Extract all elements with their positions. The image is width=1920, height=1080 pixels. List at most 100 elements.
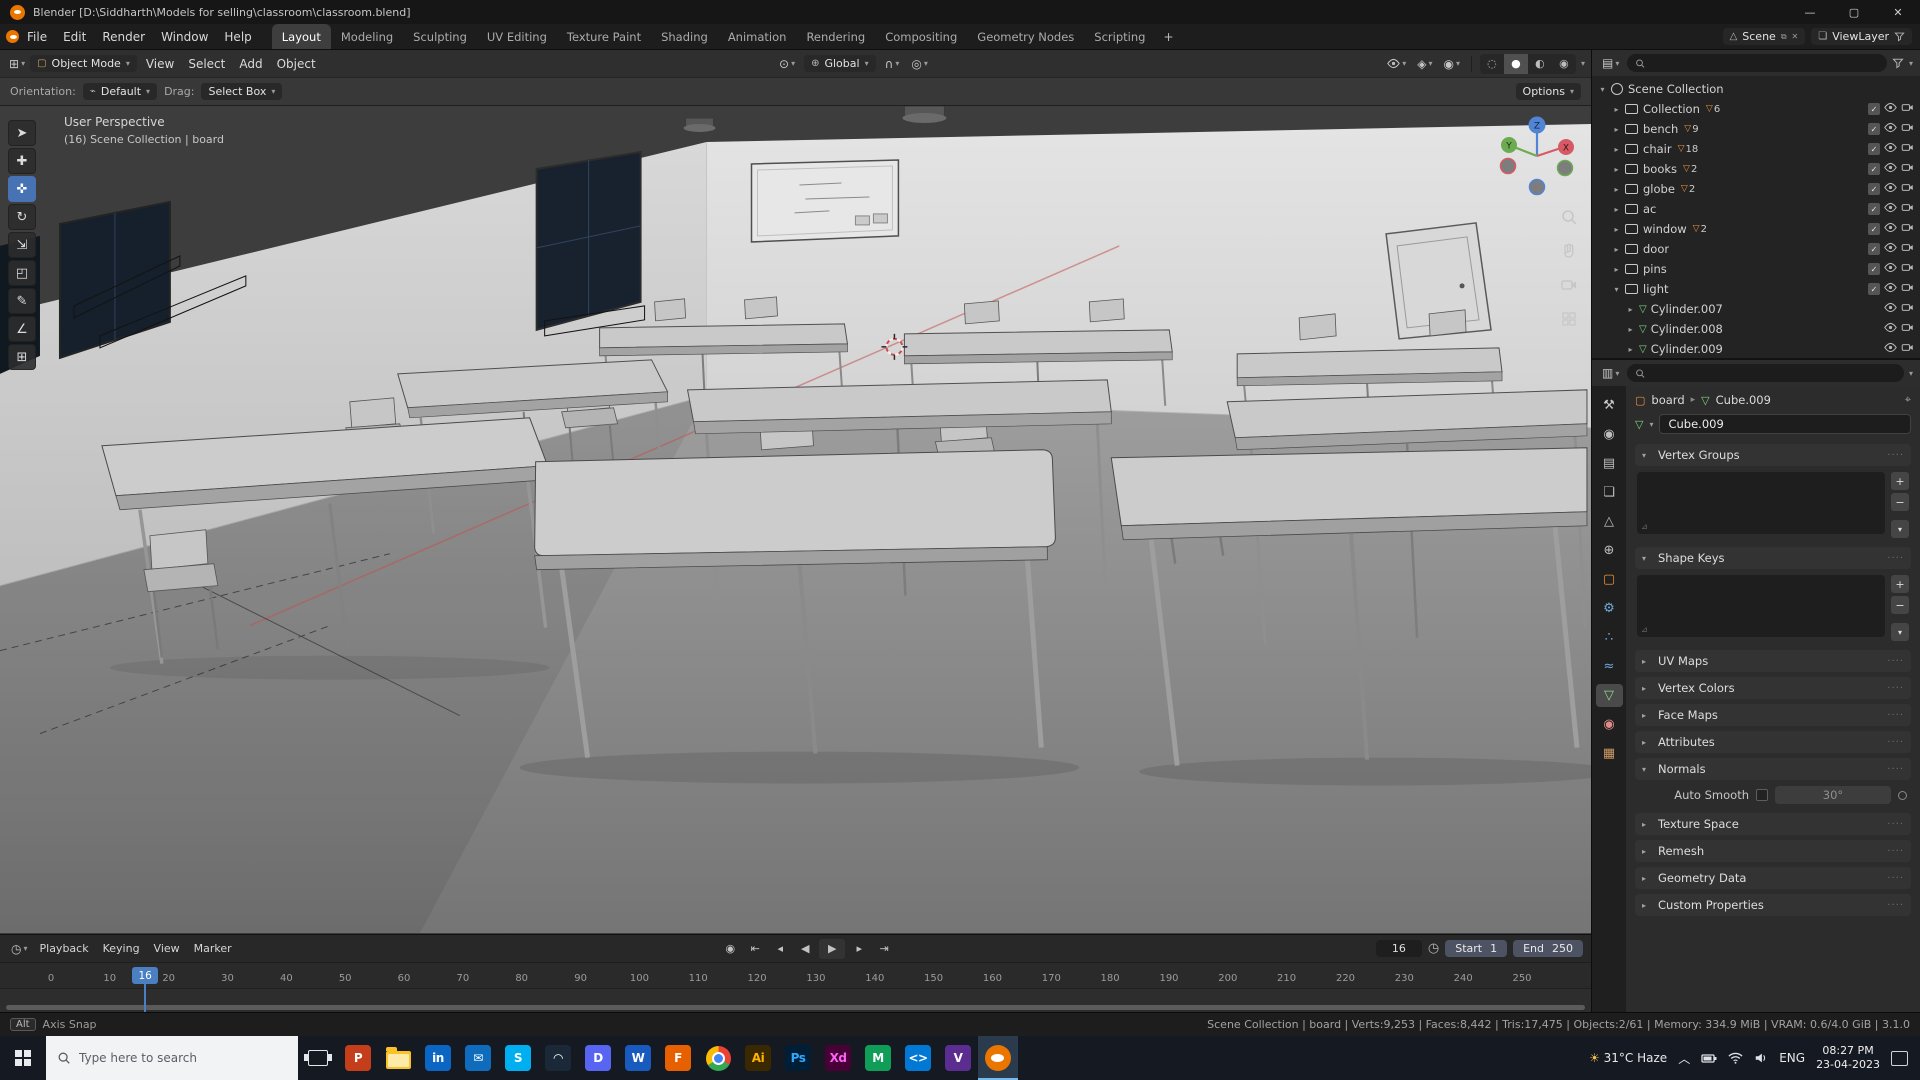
properties-tab-view-layer[interactable]: ❏ — [1596, 481, 1623, 504]
taskbar-app-task-view[interactable] — [298, 1036, 338, 1080]
snap-magnet-icon[interactable]: ∩ ▾ — [882, 56, 903, 72]
outliner-row-cylinder-007[interactable]: ▸ ▽ Cylinder.007 — [1592, 299, 1920, 319]
section-header-shape-keys[interactable]: ▾ Shape Keys ···· — [1635, 547, 1911, 569]
section-header-geometry-data[interactable]: ▸ Geometry Data ···· — [1635, 867, 1911, 889]
section-header-vertex-colors[interactable]: ▸ Vertex Colors ···· — [1635, 677, 1911, 699]
minimize-button[interactable]: — — [1788, 0, 1832, 24]
taskbar-app-powerpoint[interactable]: P — [338, 1036, 378, 1080]
disclosure-arrow[interactable]: ▸ — [1610, 145, 1623, 154]
tool-scale[interactable]: ⇲ — [8, 232, 36, 258]
playhead[interactable]: 16 — [132, 967, 159, 984]
tool-rotate[interactable]: ↻ — [8, 204, 36, 230]
disclosure-arrow[interactable]: ▸ — [1610, 165, 1623, 174]
hide-eye-icon[interactable] — [1884, 201, 1897, 217]
exclude-checkbox[interactable]: ✓ — [1868, 263, 1880, 275]
disclosure-arrow[interactable]: ▸ — [1610, 205, 1623, 214]
disable-render-camera-icon[interactable] — [1901, 101, 1914, 117]
use-preview-range-icon[interactable]: ◷ — [1428, 941, 1439, 956]
hide-eye-icon[interactable] — [1884, 221, 1897, 237]
disclosure-arrow[interactable]: ▸ — [1610, 225, 1623, 234]
disable-render-camera-icon[interactable] — [1901, 261, 1914, 277]
workspace-tab-modeling[interactable]: Modeling — [331, 24, 403, 49]
action-center-icon[interactable] — [1891, 1050, 1908, 1066]
disclosure-arrow[interactable]: ▸ — [1610, 245, 1623, 254]
frame-start-field[interactable]: Start 1 — [1445, 940, 1508, 957]
disclosure-arrow[interactable]: ▸ — [1610, 185, 1623, 194]
disclosure-arrow[interactable]: ▾ — [1610, 285, 1623, 294]
outliner-row-chair[interactable]: ▸ chair ▽ 18 ✓ — [1592, 139, 1920, 159]
tool-measure[interactable]: ∠ — [8, 316, 36, 342]
record-button[interactable]: ◉ — [719, 939, 741, 959]
zoom-icon[interactable] — [1560, 208, 1578, 229]
taskbar-app-chrome[interactable] — [698, 1036, 738, 1080]
remove-item-button[interactable]: − — [1891, 596, 1909, 614]
disable-render-camera-icon[interactable] — [1901, 321, 1914, 337]
proportional-editing-icon[interactable]: ◎ ▾ — [908, 56, 931, 72]
orientation-dropdown[interactable]: ⌁ Default ▾ — [82, 83, 158, 100]
hide-eye-icon[interactable] — [1884, 121, 1897, 137]
shading-material-button[interactable]: ◐ — [1528, 54, 1552, 74]
specials-menu-button[interactable]: ▾ — [1891, 520, 1909, 538]
section-header-custom-properties[interactable]: ▸ Custom Properties ···· — [1635, 894, 1911, 916]
overlays-toggle-icon[interactable]: ◉ ▾ — [1440, 56, 1463, 72]
taskbar-app-adobe-xd[interactable]: Xd — [818, 1036, 858, 1080]
remove-item-button[interactable]: − — [1891, 493, 1909, 511]
hide-eye-icon[interactable] — [1884, 261, 1897, 277]
workspace-tab-uv-editing[interactable]: UV Editing — [477, 24, 557, 49]
auto-smooth-angle-field[interactable]: 30° — [1775, 786, 1891, 804]
outliner-row-collection[interactable]: ▸ Collection ▽ 6 ✓ — [1592, 99, 1920, 119]
exclude-checkbox[interactable]: ✓ — [1868, 143, 1880, 155]
scene-selector[interactable]: △ Scene ⧉ ✕ — [1722, 28, 1806, 45]
properties-tab-modifiers[interactable]: ⚙ — [1596, 597, 1623, 620]
hide-eye-icon[interactable] — [1884, 281, 1897, 297]
taskbar-app-firefox[interactable]: F — [658, 1036, 698, 1080]
tool-move[interactable]: ✜ — [8, 176, 36, 202]
shading-wireframe-button[interactable]: ◌ — [1480, 54, 1504, 74]
timeline-menu-marker[interactable]: Marker — [187, 942, 239, 955]
shading-solid-button[interactable]: ● — [1503, 53, 1528, 74]
tool-tweak-select[interactable]: ➤ — [8, 120, 36, 146]
tool-add-cube[interactable]: ⊞ — [8, 344, 36, 370]
disclosure-arrow[interactable]: ▸ — [1610, 105, 1623, 114]
taskbar-app-mail[interactable]: ✉ — [458, 1036, 498, 1080]
clock-widget[interactable]: 08:27 PM 23-04-2023 — [1816, 1044, 1880, 1072]
timeline-track[interactable] — [0, 989, 1591, 1012]
outliner-row-pins[interactable]: ▸ pins ✓ — [1592, 259, 1920, 279]
volume-icon[interactable] — [1754, 1052, 1768, 1064]
properties-tab-tool[interactable]: ⚒ — [1596, 394, 1623, 417]
language-indicator[interactable]: ENG — [1779, 1051, 1805, 1065]
disable-render-camera-icon[interactable] — [1901, 161, 1914, 177]
disclosure-arrow[interactable]: ▸ — [1624, 325, 1637, 334]
menu-file[interactable]: File — [19, 24, 55, 49]
workspace-tab-shading[interactable]: Shading — [651, 24, 718, 49]
properties-tab-object[interactable]: ▢ — [1596, 568, 1623, 591]
tray-expand-chevron[interactable]: ︿ — [1678, 1050, 1690, 1067]
properties-search-input[interactable] — [1650, 366, 1896, 380]
section-header-texture-space[interactable]: ▸ Texture Space ···· — [1635, 813, 1911, 835]
hide-eye-icon[interactable] — [1884, 321, 1897, 337]
weather-widget[interactable]: ☀ 31°C Haze — [1589, 1051, 1667, 1065]
exclude-checkbox[interactable]: ✓ — [1868, 163, 1880, 175]
timeline-menu-keying[interactable]: Keying — [96, 942, 147, 955]
hide-eye-icon[interactable] — [1884, 101, 1897, 117]
taskbar-app-steam[interactable]: ◠ — [538, 1036, 578, 1080]
scene-new-icon[interactable]: ⧉ — [1781, 32, 1787, 42]
keyframe-dot-icon[interactable] — [1898, 790, 1907, 800]
menu-edit[interactable]: Edit — [55, 24, 94, 49]
exclude-checkbox[interactable]: ✓ — [1868, 243, 1880, 255]
outliner-search-input[interactable] — [1650, 56, 1879, 70]
disclosure-arrow[interactable]: ▸ — [1610, 265, 1623, 274]
section-header-attributes[interactable]: ▸ Attributes ···· — [1635, 731, 1911, 753]
hide-eye-icon[interactable] — [1884, 341, 1897, 357]
mode-dropdown[interactable]: ▢ Object Mode ▾ — [30, 55, 137, 72]
hide-eye-icon[interactable] — [1884, 301, 1897, 317]
workspace-tab-geometry-nodes[interactable]: Geometry Nodes — [967, 24, 1084, 49]
workspace-tab-compositing[interactable]: Compositing — [875, 24, 967, 49]
hide-eye-icon[interactable] — [1884, 141, 1897, 157]
menu-help[interactable]: Help — [216, 24, 259, 49]
taskbar-app-word[interactable]: W — [618, 1036, 658, 1080]
properties-tab-world[interactable]: ⊕ — [1596, 539, 1623, 562]
add-item-button[interactable]: + — [1891, 575, 1909, 593]
shading-dropdown-icon[interactable]: ▾ — [1581, 59, 1585, 68]
properties-editor-type-icon[interactable]: ▥ ▾ — [1599, 365, 1622, 381]
